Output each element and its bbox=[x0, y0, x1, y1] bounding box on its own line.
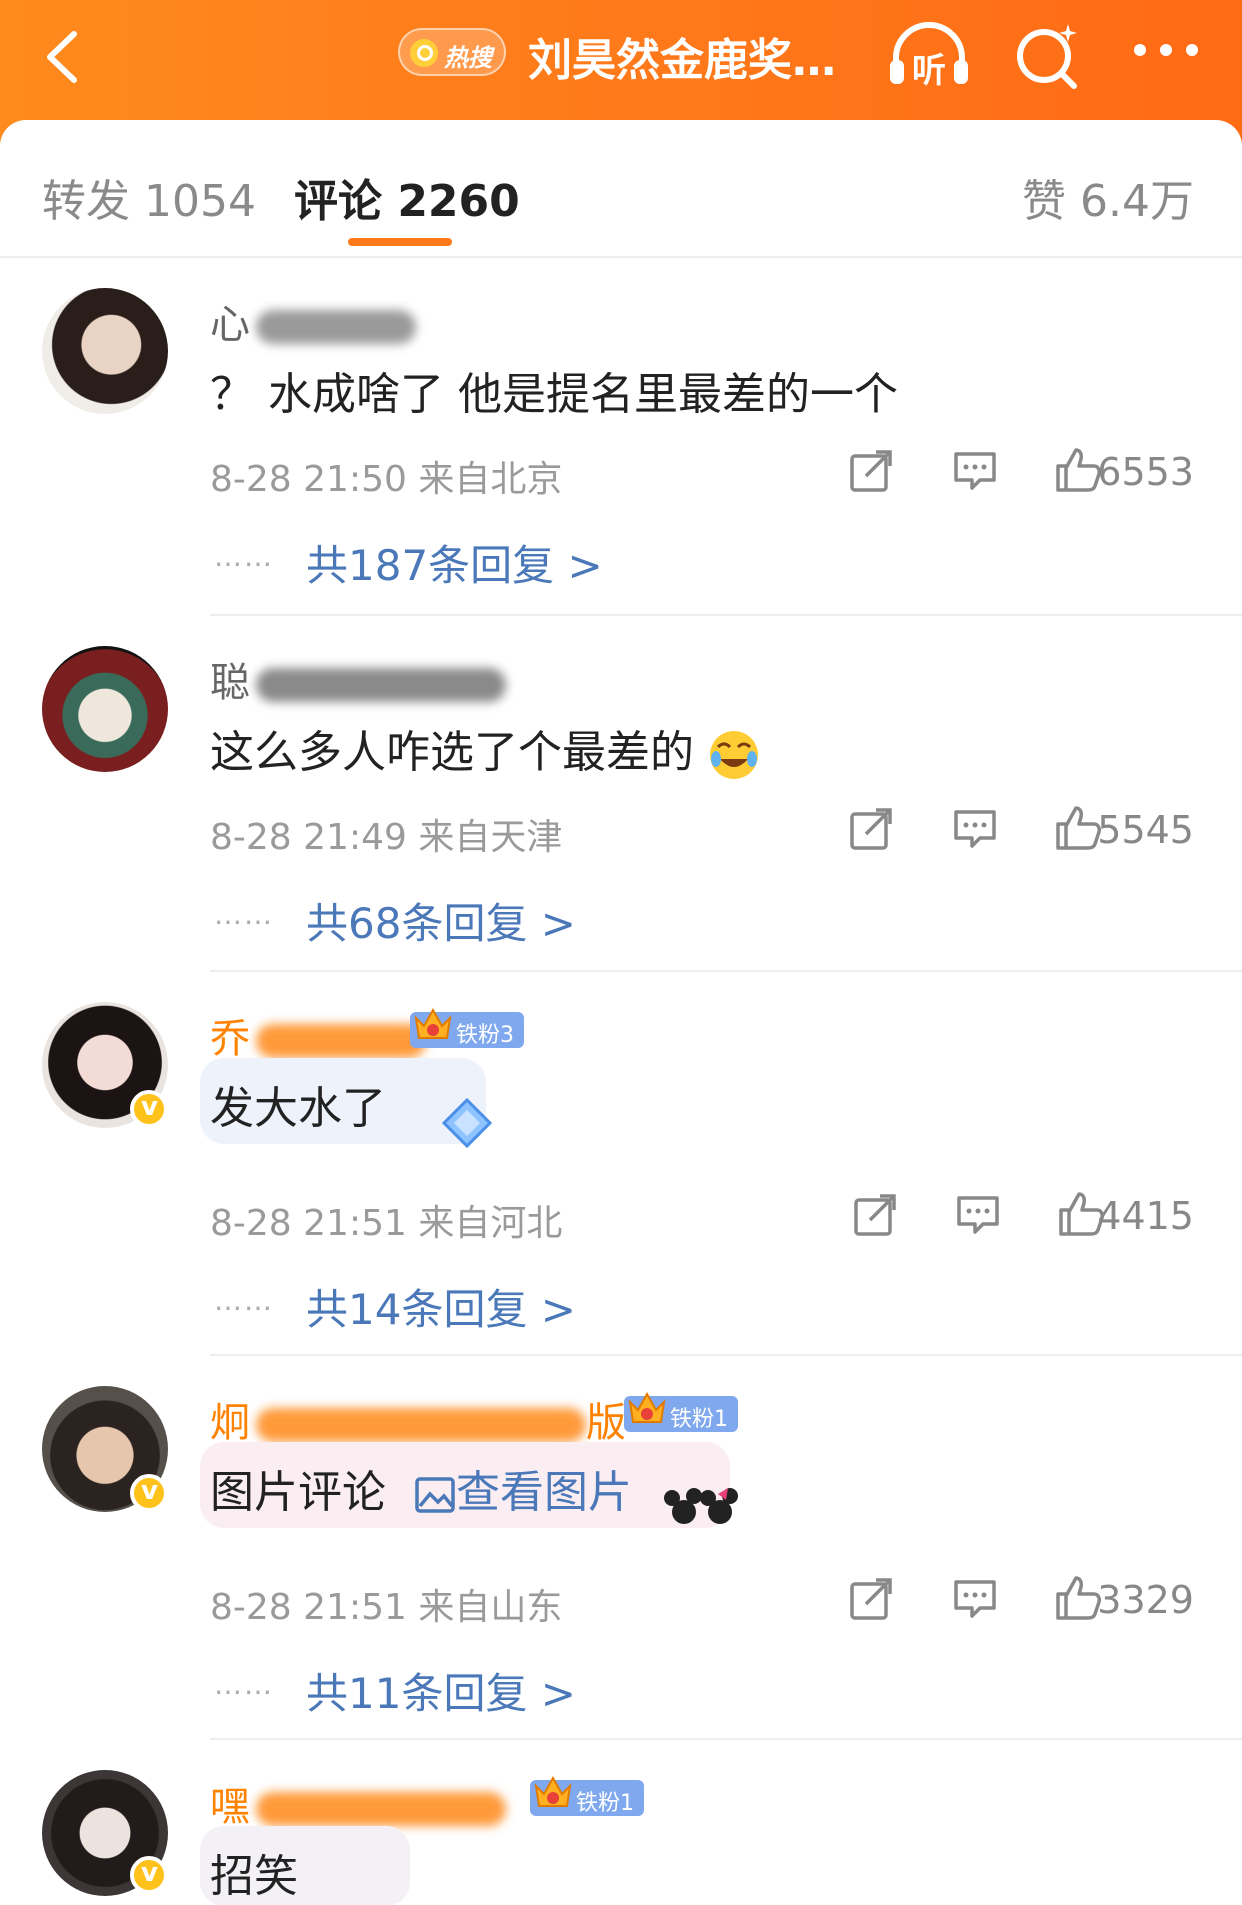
comment-text-content: 这么多人咋选了个最差的 bbox=[210, 727, 694, 778]
like-icon[interactable] bbox=[1054, 1574, 1102, 1622]
comment-meta: 8-28 21:51 来自山东 bbox=[210, 1587, 563, 1628]
username-redaction bbox=[256, 1408, 586, 1442]
view-replies-link[interactable]: 共68条回复 > bbox=[306, 890, 576, 951]
tab-likes[interactable]: 赞 6.4万 bbox=[1022, 165, 1194, 229]
comment-divider bbox=[210, 970, 1242, 972]
reply-dots: …… bbox=[214, 898, 274, 931]
username-redaction bbox=[256, 310, 416, 344]
share-icon[interactable] bbox=[852, 1192, 898, 1238]
view-image-label: 查看图片 bbox=[456, 1467, 632, 1518]
crown-icon bbox=[628, 1391, 666, 1423]
search-icon[interactable] bbox=[1012, 18, 1082, 90]
fan-badge-label: 铁粉1 bbox=[670, 1407, 728, 1432]
share-icon[interactable] bbox=[848, 1576, 894, 1622]
fan-badge[interactable]: 铁粉1 bbox=[530, 1775, 644, 1816]
username-text: 聪 bbox=[210, 660, 250, 706]
username-text: 乔 bbox=[210, 1016, 250, 1062]
comment-meta: 8-28 21:51 来自河北 bbox=[210, 1203, 563, 1244]
topic-title[interactable]: 刘昊然金鹿奖… bbox=[528, 24, 836, 88]
comment-text: ？ 水成啥了 他是提名里最差的一个 bbox=[210, 369, 898, 420]
comment-divider bbox=[210, 1354, 1242, 1356]
hot-search-pill[interactable]: 热搜 bbox=[398, 28, 506, 76]
username-text: 炯 bbox=[210, 1400, 250, 1446]
laugh-cry-emoji-icon bbox=[710, 731, 758, 779]
username-suffix: 版 bbox=[586, 1400, 626, 1446]
like-count: 3329 bbox=[1097, 1578, 1194, 1622]
verified-icon bbox=[130, 1090, 168, 1128]
search-icon bbox=[410, 39, 438, 67]
comment-text: 发大水了 bbox=[210, 1083, 386, 1134]
view-replies-link[interactable]: 共14条回复 > bbox=[306, 1276, 576, 1337]
reply-dots: …… bbox=[214, 540, 274, 573]
avatar[interactable] bbox=[42, 646, 168, 772]
like-count: 4415 bbox=[1097, 1194, 1194, 1238]
username[interactable]: 聪 bbox=[210, 650, 506, 708]
view-replies-link[interactable]: 共11条回复 > bbox=[306, 1660, 576, 1721]
comment-icon[interactable] bbox=[955, 1192, 1001, 1238]
back-icon[interactable] bbox=[30, 22, 100, 92]
hot-search-label: 热搜 bbox=[444, 44, 492, 72]
username[interactable]: 心 bbox=[210, 292, 416, 350]
comment-divider bbox=[210, 1738, 1242, 1740]
comment-meta: 8-28 21:50 来自北京 bbox=[210, 459, 563, 500]
share-icon[interactable] bbox=[848, 806, 894, 852]
share-icon[interactable] bbox=[848, 448, 894, 494]
username[interactable]: 嘿 bbox=[210, 1774, 506, 1832]
comment-text: 招笑 bbox=[210, 1851, 298, 1902]
like-count: 6553 bbox=[1097, 450, 1194, 494]
comment-icon[interactable] bbox=[952, 1576, 998, 1622]
comment-icon[interactable] bbox=[952, 806, 998, 852]
fan-badge-label: 铁粉1 bbox=[576, 1791, 634, 1816]
view-replies-link[interactable]: 共187条回复 > bbox=[306, 532, 603, 593]
username[interactable]: 炯版 bbox=[210, 1390, 626, 1448]
comment-icon[interactable] bbox=[952, 448, 998, 494]
more-icon[interactable] bbox=[1130, 20, 1202, 80]
comment-meta: 8-28 21:49 来自天津 bbox=[210, 817, 563, 858]
fan-badge[interactable]: 铁粉3 bbox=[410, 1007, 524, 1048]
tab-divider bbox=[0, 256, 1242, 258]
comment-text: 图片评论 查看图片 bbox=[210, 1456, 632, 1520]
like-icon[interactable] bbox=[1054, 804, 1102, 852]
username-text: 嘿 bbox=[210, 1784, 250, 1830]
like-icon[interactable] bbox=[1054, 446, 1102, 494]
fan-badge-label: 铁粉3 bbox=[456, 1023, 514, 1048]
diamond-sticker-icon bbox=[441, 1097, 493, 1149]
tab-comments[interactable]: 评论 2260 bbox=[294, 165, 520, 229]
username-redaction bbox=[256, 668, 506, 702]
listen-label: 听 bbox=[912, 51, 946, 91]
reply-dots: …… bbox=[214, 1668, 274, 1701]
username-redaction bbox=[256, 1024, 426, 1058]
image-icon bbox=[415, 1477, 455, 1513]
username-text: 心 bbox=[210, 302, 250, 348]
comment-text: 这么多人咋选了个最差的 bbox=[210, 716, 760, 781]
crown-icon bbox=[414, 1007, 452, 1039]
active-tab-indicator bbox=[348, 238, 452, 246]
verified-icon bbox=[130, 1856, 168, 1894]
crown-icon bbox=[534, 1775, 572, 1807]
tab-forward[interactable]: 转发 1054 bbox=[42, 165, 256, 229]
comment-text-content: 图片评论 bbox=[210, 1467, 386, 1518]
reply-dots: …… bbox=[214, 1284, 274, 1317]
avatar[interactable] bbox=[42, 288, 168, 414]
listen-icon[interactable]: 听 bbox=[886, 20, 972, 92]
username[interactable]: 乔 bbox=[210, 1006, 426, 1064]
fan-badge[interactable]: 铁粉1 bbox=[624, 1391, 738, 1432]
view-image-link[interactable]: 查看图片 bbox=[414, 1467, 632, 1518]
comment-divider bbox=[210, 614, 1242, 616]
username-redaction bbox=[256, 1792, 506, 1826]
verified-icon bbox=[130, 1474, 168, 1512]
like-count: 5545 bbox=[1097, 808, 1194, 852]
mouse-sticker-icon bbox=[664, 1488, 738, 1524]
